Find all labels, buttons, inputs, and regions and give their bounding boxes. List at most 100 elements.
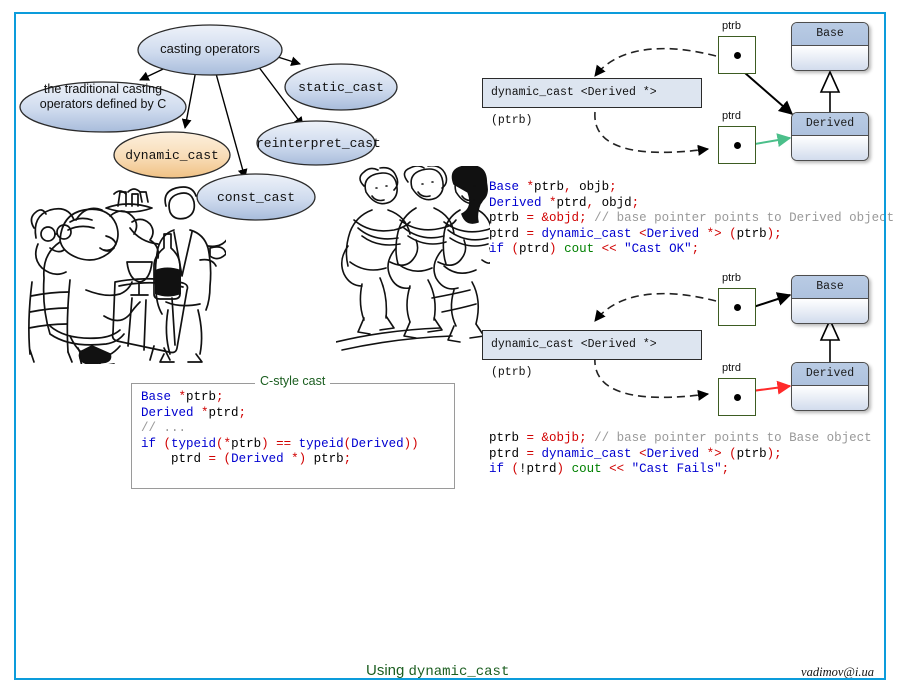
- mindmap-node-static-cast[interactable]: [284, 63, 398, 111]
- code-token: ;: [774, 446, 782, 461]
- code-token: <<: [601, 242, 617, 256]
- uml-class-derived-name: Derived: [792, 363, 868, 386]
- code-token: &objb: [541, 431, 580, 445]
- ptrd-label-success: ptrd: [722, 110, 741, 122]
- ptrb-label-success: ptrb: [722, 20, 741, 32]
- code-token: (: [163, 436, 172, 451]
- page-caption: Using dynamic_cast: [366, 662, 509, 680]
- uml-class-base-failure[interactable]: Base: [791, 275, 869, 324]
- code-token: (: [729, 226, 737, 241]
- code-token: ): [261, 436, 277, 451]
- code-token: Base: [489, 180, 527, 194]
- code-token: dynamic_cast: [534, 226, 640, 241]
- code-token: *: [178, 390, 187, 404]
- mindmap-node-root[interactable]: [137, 24, 283, 76]
- expression-box-success[interactable]: dynamic_cast <Derived *> (ptrb): [482, 78, 702, 127]
- caption-prefix: Using: [366, 662, 409, 679]
- ptrd-box-failure[interactable]: [718, 378, 756, 416]
- diners-cartoon: [28, 186, 226, 364]
- dancers-cartoon: [336, 166, 490, 351]
- code-token: "Cast OK": [624, 242, 692, 256]
- arrow-ptrb-to-expression: [594, 47, 717, 77]
- c-style-cast-title: C-style cast: [255, 374, 331, 388]
- pointer-dot-icon: [733, 141, 741, 149]
- code-token: ptrd: [519, 242, 550, 256]
- code-token: typeid: [298, 436, 344, 451]
- uml-class-base-body: [792, 299, 868, 323]
- mindmap-node-traditional[interactable]: [19, 81, 187, 133]
- pointer-dot-icon: [733, 51, 741, 59]
- code-token: Base: [141, 390, 179, 404]
- code-token: ptrd: [141, 452, 209, 466]
- code-token: &objd: [541, 211, 580, 225]
- code-token: cout: [564, 462, 610, 476]
- uml-class-base-success[interactable]: Base: [791, 22, 869, 71]
- code-token: ;: [343, 452, 352, 466]
- code-token: *: [201, 405, 209, 420]
- code-token: ;: [631, 195, 640, 210]
- code-token: ,: [564, 180, 572, 194]
- mindmap-node-dynamic-cast[interactable]: [113, 131, 231, 179]
- code-token: ptrb: [186, 390, 217, 404]
- code-line: // ...: [141, 421, 419, 437]
- author-signature: vadimov@i.ua: [801, 665, 874, 679]
- pointer-dot-icon: [733, 393, 741, 401]
- code-token: *>: [706, 226, 722, 241]
- code-token: (: [729, 446, 737, 461]
- code-token: *>: [706, 446, 722, 461]
- uml-class-derived-success[interactable]: Derived: [791, 112, 869, 161]
- code-token: ;: [579, 431, 587, 445]
- code-line: Base *ptrb, objb;: [489, 180, 894, 196]
- code-line: ptrd = dynamic_cast <Derived *> (ptrb);: [489, 227, 894, 243]
- code-token: ptrd: [208, 405, 239, 420]
- code-line: ptrd = (Derived *) ptrb;: [141, 452, 419, 468]
- uml-class-base-name: Base: [792, 276, 868, 299]
- code-token: Derived: [489, 195, 550, 210]
- uml-class-derived-failure[interactable]: Derived: [791, 362, 869, 411]
- code-token: if: [489, 242, 512, 256]
- code-token: *: [526, 180, 535, 194]
- code-token: Derived: [141, 405, 202, 420]
- code-token: !ptrd: [519, 462, 557, 476]
- code-token: if: [141, 436, 164, 451]
- code-token: ptrb: [736, 226, 767, 241]
- code-token: Derived: [646, 446, 707, 461]
- code-token: Derived: [646, 226, 707, 241]
- code-token: (: [223, 452, 232, 466]
- code-line: Base *ptrb;: [141, 390, 419, 406]
- uml-class-base-body: [792, 46, 868, 70]
- code-token: ptrd: [489, 226, 527, 241]
- code-token: objb: [571, 180, 610, 194]
- code-token: =: [526, 226, 535, 241]
- code-line: if (typeid(*ptrb) == typeid(Derived)): [141, 437, 419, 453]
- code-token: typeid: [171, 436, 217, 451]
- code-token: ptrb: [489, 211, 527, 225]
- uml-class-base-name: Base: [792, 23, 868, 46]
- code-token: ptrd: [556, 195, 587, 210]
- expression-box-failure[interactable]: dynamic_cast <Derived *> (ptrb): [482, 330, 702, 379]
- code-token: cout: [556, 242, 602, 256]
- code-token: (*: [216, 436, 232, 451]
- ptrb-box-success[interactable]: [718, 36, 756, 74]
- inheritance-triangle-icon: [819, 70, 841, 93]
- code-token: Derived: [231, 452, 292, 466]
- code-token: =: [526, 431, 535, 445]
- mindmap-node-reinterpret-cast[interactable]: [256, 120, 376, 166]
- ptrd-box-success[interactable]: [718, 126, 756, 164]
- edge-root-dynamic: [181, 69, 197, 129]
- code-token: objd: [594, 195, 632, 210]
- slide-canvas: casting operators the traditional castin…: [0, 0, 900, 700]
- code-token: if: [489, 462, 512, 476]
- code-token: ptrb: [736, 446, 767, 461]
- code-token: <<: [609, 462, 625, 476]
- code-line: Derived *ptrd, objd;: [489, 196, 894, 212]
- ptrb-box-failure[interactable]: [718, 288, 756, 326]
- uml-class-derived-body: [792, 386, 868, 410]
- code-block-c-style: Base *ptrb; Derived *ptrd;// ... if (typei…: [141, 390, 419, 468]
- code-token: =: [526, 446, 535, 461]
